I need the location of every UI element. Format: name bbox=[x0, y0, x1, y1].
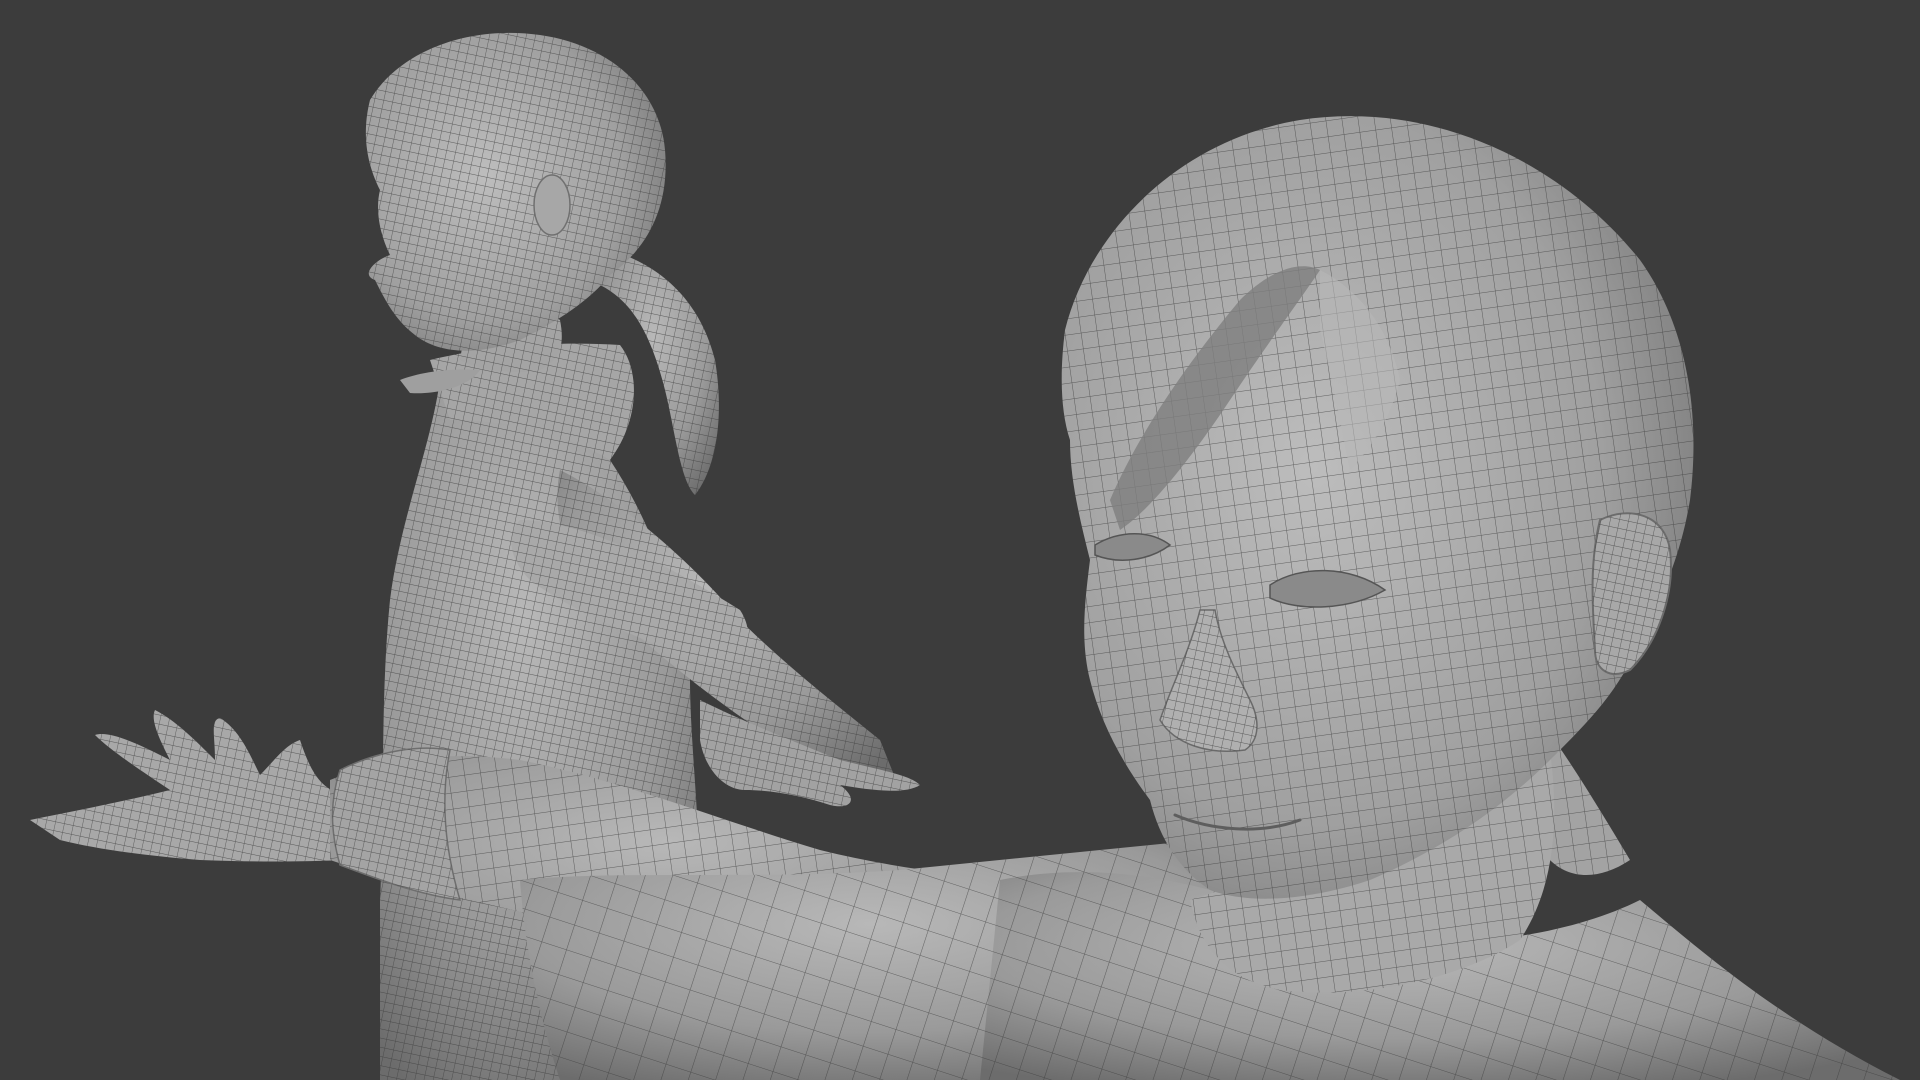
left-figure-ear bbox=[533, 174, 571, 236]
wireframe-render bbox=[0, 0, 1920, 1080]
viewport bbox=[0, 0, 1920, 1080]
